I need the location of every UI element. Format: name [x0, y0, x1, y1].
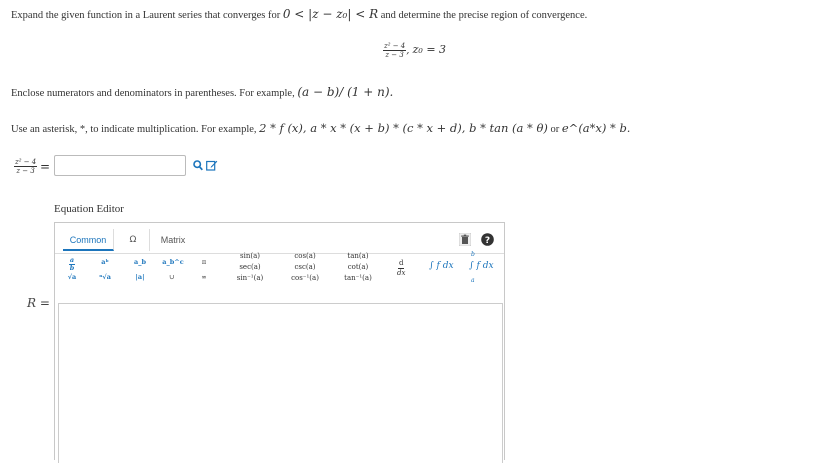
- function-fraction: z² − 4 z − 3: [383, 42, 407, 59]
- instruction-line: Expand the given function in a Laurent s…: [11, 7, 587, 21]
- nroot-button[interactable]: ⁿ√a: [95, 272, 115, 283]
- answer-lhs: z² − 4 z − 3 =: [14, 158, 50, 175]
- answer-denominator: z − 3: [16, 167, 35, 175]
- subscript-button[interactable]: a_b: [129, 257, 151, 268]
- hint-parentheses: Enclose numerators and denominators in p…: [11, 85, 393, 99]
- hint-asterisk-or: or: [550, 124, 560, 135]
- trash-icon[interactable]: [458, 232, 472, 249]
- hint-asterisk-example: 2 * f (x), a * x * (x + b) * (c * x + d)…: [259, 121, 548, 135]
- function-numerator: z² − 4: [383, 42, 407, 51]
- svg-text:?: ?: [485, 236, 490, 246]
- editor-tabs: Common Ω Matrix ?: [55, 223, 504, 254]
- radius-label: R =: [27, 296, 50, 310]
- arcsin-button[interactable]: sin⁻¹(a): [229, 273, 271, 284]
- fraction-button[interactable]: ab: [65, 257, 79, 272]
- instruction-tail: and determine the precise region of conv…: [380, 10, 588, 21]
- answer-numerator: z² − 4: [14, 158, 38, 167]
- derivative-button[interactable]: d dx: [397, 259, 405, 278]
- equation-input-area[interactable]: [58, 303, 503, 463]
- derivative-num: d: [397, 259, 405, 269]
- given-function: z² − 4 z − 3 , z₀ = 3: [383, 42, 447, 59]
- trig-column-sin: sin(a) sec(a) sin⁻¹(a): [229, 251, 271, 284]
- int-upper: b: [471, 251, 475, 258]
- hint-parentheses-text: Enclose numerators and denominators in p…: [11, 88, 295, 99]
- derivative-den: dx: [397, 269, 406, 277]
- sec-button[interactable]: sec(a): [229, 262, 271, 273]
- instruction-text: Expand the given function in a Laurent s…: [11, 10, 281, 21]
- definite-integral-body: ∫ f dx: [469, 261, 494, 271]
- infinity-button[interactable]: ∞: [197, 272, 211, 283]
- pi-button[interactable]: π: [197, 257, 211, 268]
- tab-matrix[interactable]: Matrix: [153, 229, 193, 251]
- equation-editor-title: Equation Editor: [54, 203, 124, 215]
- integral-button[interactable]: ∫ f dx: [429, 261, 454, 271]
- cot-button[interactable]: cot(a): [335, 262, 381, 273]
- equation-editor: Common Ω Matrix ? ab aᵇ a_b a_b^c π √a ⁿ…: [54, 222, 505, 463]
- edit-icon[interactable]: [206, 159, 218, 174]
- abs-button[interactable]: |a|: [131, 272, 149, 283]
- trig-column-cos: cos(a) csc(a) cos⁻¹(a): [282, 251, 328, 284]
- subsup-button[interactable]: a_b^c: [159, 257, 187, 268]
- answer-equals: =: [40, 159, 51, 174]
- cos-button[interactable]: cos(a): [282, 251, 328, 262]
- search-icon[interactable]: [193, 160, 203, 174]
- hint-asterisk-example2: e^(a*x) * b.: [561, 121, 631, 135]
- answer-input[interactable]: [54, 155, 186, 176]
- arccos-button[interactable]: cos⁻¹(a): [282, 273, 328, 284]
- trig-column-tan: tan(a) cot(a) tan⁻¹(a): [335, 251, 381, 284]
- csc-button[interactable]: csc(a): [282, 262, 328, 273]
- hint-asterisk-text: Use an asterisk, *, to indicate multipli…: [11, 124, 257, 135]
- function-denominator: z − 3: [385, 51, 404, 59]
- tab-omega[interactable]: Ω: [117, 229, 150, 251]
- arctan-button[interactable]: tan⁻¹(a): [335, 273, 381, 284]
- definite-integral-button[interactable]: b ∫ f dx a: [469, 251, 503, 287]
- sqrt-button[interactable]: √a: [63, 272, 81, 283]
- hint-parentheses-example: (a − b)/ (1 + n).: [297, 85, 394, 99]
- answer-fraction: z² − 4 z − 3: [14, 158, 38, 175]
- function-center: z₀ = 3: [412, 43, 447, 57]
- help-icon[interactable]: ?: [481, 233, 494, 249]
- int-lower: a: [471, 277, 475, 284]
- union-button[interactable]: ∪: [165, 272, 179, 283]
- instruction-condition: 0 < |z − z₀| < R: [282, 7, 379, 21]
- tab-common[interactable]: Common: [63, 229, 114, 251]
- power-button[interactable]: aᵇ: [95, 257, 115, 268]
- tan-button[interactable]: tan(a): [335, 251, 381, 262]
- sin-button[interactable]: sin(a): [229, 251, 271, 262]
- hint-asterisk: Use an asterisk, *, to indicate multipli…: [11, 121, 630, 135]
